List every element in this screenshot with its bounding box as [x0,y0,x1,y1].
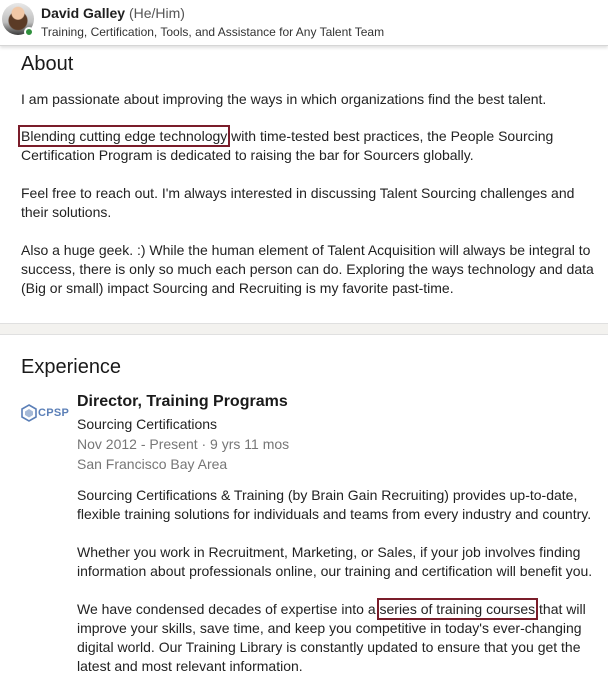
about-paragraph-4: Also a huge geek. :) While the human ele… [21,242,594,296]
highlighted-phrase: Blending cutting edge technology [17,125,231,147]
about-paragraph-2: Blending cutting edge technology with ti… [17,125,603,165]
job-location: San Francisco Bay Area [77,456,228,472]
employment-dates: Nov 2012 - Present · 9 yrs 11 mos [77,436,290,452]
profile-headline: Training, Certification, Tools, and Assi… [41,25,385,39]
about-title: About [21,53,74,75]
experience-description-1: Sourcing Certifications & Training (by B… [77,487,592,522]
job-title[interactable]: Director, Training Programs [77,393,288,411]
section-divider [0,323,608,335]
about-section: About I am passionate about improving th… [0,46,608,323]
about-paragraph-1: I am passionate about improving the ways… [21,91,547,107]
cpsp-logo-icon [21,404,37,422]
highlighted-phrase: series of training courses [376,598,539,620]
profile-sticky-header: David Galley (He/Him) Training, Certific… [0,0,608,46]
online-status-icon [24,27,34,37]
about-paragraph-3: Feel free to reach out. I'm always inter… [21,185,575,220]
experience-description-3-start: We have condensed decades of expertise i… [77,601,380,617]
company-logo[interactable]: CPSP [21,404,69,426]
profile-name-line: David Galley (He/Him) [41,5,185,21]
experience-section: Experience CPSP Director, Training Progr… [0,335,608,675]
experience-description-3: We have condensed decades of expertise i… [77,598,605,675]
logo-text: CPSP [38,407,70,419]
profile-name[interactable]: David Galley [41,5,125,21]
experience-description-2: Whether you work in Recruitment, Marketi… [77,544,593,579]
profile-pronouns: (He/Him) [128,5,185,21]
experience-title: Experience [21,356,122,378]
company-name[interactable]: Sourcing Certifications [77,416,217,432]
